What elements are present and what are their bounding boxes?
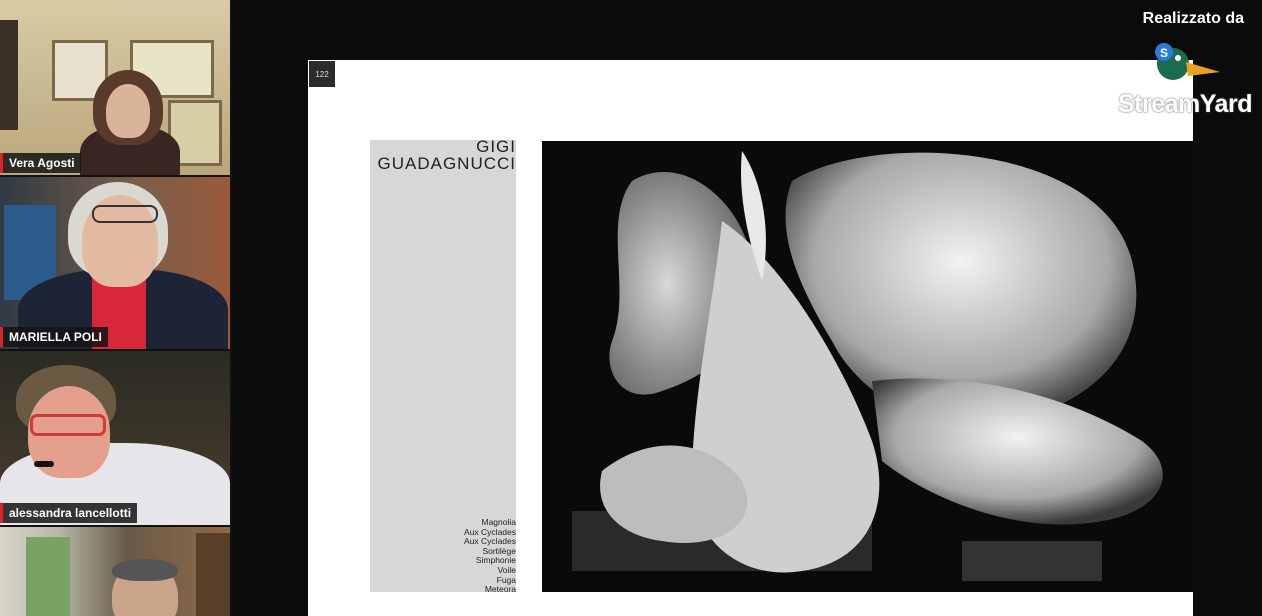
sculpture-image xyxy=(542,141,1193,592)
brand-logo-text: StreamYard xyxy=(1118,90,1252,118)
glasses-icon xyxy=(30,414,106,436)
participant-tile[interactable] xyxy=(0,527,230,616)
participants-sidebar: Vera Agosti MARIELLA POLI alessandra lan… xyxy=(0,0,232,616)
sculpture-photo xyxy=(542,141,1193,592)
slide-page-number: 122 xyxy=(309,61,335,87)
credit-label: Realizzato da xyxy=(1142,10,1244,27)
person-hair xyxy=(112,559,178,581)
bookshelf xyxy=(196,533,230,616)
work-title: Meteora xyxy=(484,584,516,595)
wall-frame xyxy=(0,20,18,130)
works-list: Magnolia Aux Cyclades Aux Cyclades Sorti… xyxy=(400,517,516,595)
participant-name: Vera Agosti xyxy=(0,153,81,173)
artist-name-line1: GIGI xyxy=(476,137,516,156)
participant-tile[interactable]: MARIELLA POLI xyxy=(0,177,230,349)
participant-name: alessandra lancellotti xyxy=(0,503,138,523)
participant-tile[interactable]: alessandra lancellotti xyxy=(0,351,230,525)
headset-mic-icon xyxy=(34,461,54,467)
artist-name-line2: GUADAGNUCCI xyxy=(377,154,516,173)
glasses-icon xyxy=(92,205,158,223)
participant-name: MARIELLA POLI xyxy=(0,327,108,347)
window-plants xyxy=(26,537,70,616)
participant-tile[interactable]: Vera Agosti xyxy=(0,0,230,175)
svg-text:S: S xyxy=(1160,46,1168,60)
artist-name: GIGI GUADAGNUCCI xyxy=(360,138,516,172)
person-face xyxy=(106,84,150,138)
